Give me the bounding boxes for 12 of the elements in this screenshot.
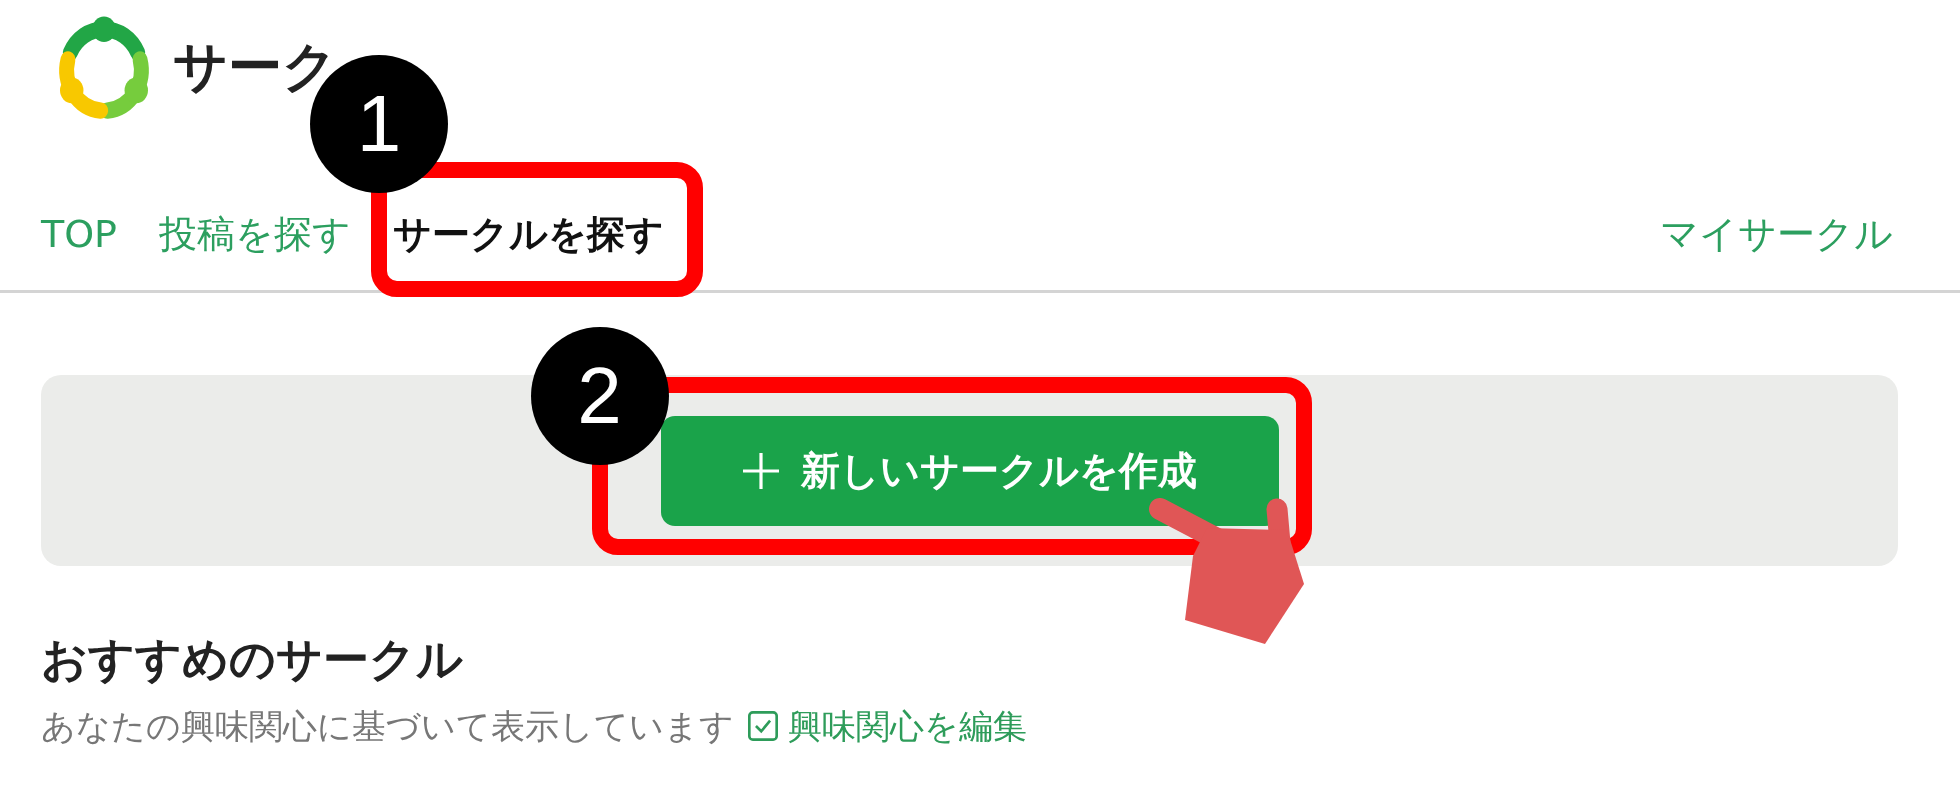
description-text: あなたの興味関心に基づいて表示しています [41, 706, 734, 746]
nav-tab[interactable]: マイサークル [1660, 212, 1893, 257]
nav-tab[interactable]: サークルを探す [393, 212, 665, 257]
checked-box-icon [748, 711, 778, 741]
hand-pointer-icon [1148, 497, 1304, 644]
plus-icon [742, 452, 779, 489]
nav-tab[interactable]: 投稿を探す [159, 212, 352, 257]
create-circle-button[interactable]: 新しいサークルを作成 [660, 415, 1279, 526]
edit-interests-link[interactable]: 興味関心を編集 [748, 706, 1027, 746]
step-number-badge: 2 [530, 326, 669, 465]
section-heading: おすすめのサークル [41, 632, 464, 687]
nav-tab[interactable]: TOP [41, 212, 118, 257]
